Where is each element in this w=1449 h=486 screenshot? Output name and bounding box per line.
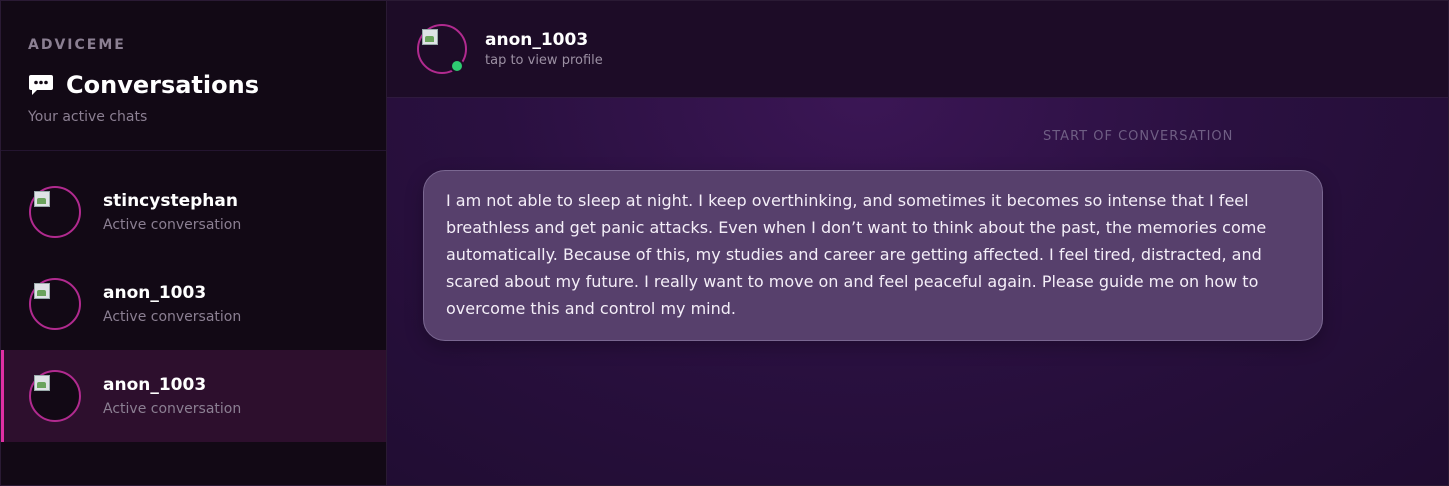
conversation-item[interactable]: anon_1003 Active conversation [1, 258, 386, 350]
sidebar-subtitle: Your active chats [28, 109, 148, 125]
conversation-text: anon_1003 Active conversation [103, 375, 241, 417]
sidebar-header: ADVICEME Conversations Your active chats [1, 1, 386, 151]
chat-bubble-icon [28, 74, 54, 96]
conversation-list: stincystephan Active conversation anon_1… [1, 151, 386, 442]
conversation-start-label: START OF CONVERSATION [1043, 129, 1234, 144]
avatar [29, 278, 81, 330]
message-bubble: I am not able to sleep at night. I keep … [423, 170, 1323, 341]
broken-image-icon [34, 283, 50, 299]
conversation-name: anon_1003 [103, 283, 207, 303]
sidebar-title: Conversations [66, 71, 259, 99]
sidebar: ADVICEME Conversations Your active chats [1, 1, 387, 485]
header-text: anon_1003 tap to view profile [485, 30, 603, 68]
conversation-text: stincystephan Active conversation [103, 191, 241, 233]
conversation-status: Active conversation [103, 309, 242, 325]
header-avatar[interactable] [417, 24, 467, 74]
conversation-status: Active conversation [103, 401, 242, 417]
brand-name: ADVICEME [28, 37, 126, 53]
header-username[interactable]: anon_1003 [485, 30, 603, 50]
avatar [29, 186, 81, 238]
broken-image-icon [422, 29, 438, 45]
header-subtitle[interactable]: tap to view profile [485, 53, 603, 68]
conversation-item-active[interactable]: anon_1003 Active conversation [1, 350, 386, 442]
online-status-icon [450, 59, 464, 73]
conversation-name: stincystephan [103, 191, 238, 211]
avatar [29, 370, 81, 422]
conversation-name: anon_1003 [103, 375, 207, 395]
conversation-item[interactable]: stincystephan Active conversation [1, 166, 386, 258]
chat-panel: anon_1003 tap to view profile START OF C… [387, 1, 1448, 485]
app-window: ADVICEME Conversations Your active chats [0, 0, 1449, 486]
conversation-status: Active conversation [103, 217, 242, 233]
broken-image-icon [34, 191, 50, 207]
sidebar-title-row: Conversations [28, 71, 359, 99]
broken-image-icon [34, 375, 50, 391]
chat-header[interactable]: anon_1003 tap to view profile [387, 1, 1448, 98]
conversation-text: anon_1003 Active conversation [103, 283, 241, 325]
